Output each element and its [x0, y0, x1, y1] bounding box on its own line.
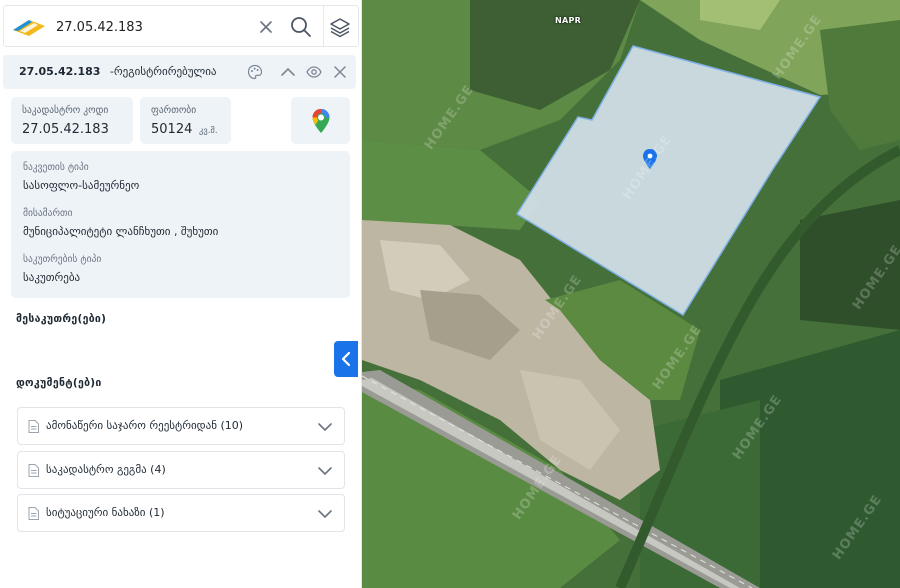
parcel-details-card: ნაკვეთის ტიპი სასოფლო-სამეურნეო მისამართ…	[11, 151, 350, 298]
land-type-label: ნაკვეთის ტიპი	[23, 162, 89, 173]
cadastral-code-label: საკადასტრო კოდი	[22, 105, 109, 116]
area-value: 50124	[151, 122, 193, 137]
layers-icon	[330, 18, 350, 38]
area-unit: კვ.მ.	[199, 126, 218, 136]
chevron-up-icon[interactable]	[280, 64, 296, 80]
layers-button[interactable]	[325, 12, 355, 42]
google-maps-pin-icon	[312, 109, 330, 133]
open-in-google-maps-button[interactable]	[291, 97, 350, 144]
result-title: 27.05.42.183 -რეგისტრირებულია	[19, 65, 216, 78]
cadastral-code-value: 27.05.42.183	[22, 122, 109, 137]
document-item-cadastral-plan[interactable]: საკადასტრო გეგმა (4)	[17, 451, 345, 489]
map-label: NAPR	[555, 16, 582, 25]
result-header: 27.05.42.183 -რეგისტრირებულია	[3, 55, 356, 89]
divider	[323, 6, 324, 46]
address-value: მუნიციპალიტეტი ლანჩხუთი , შუხუთი	[23, 225, 219, 238]
side-panel: 27.05.42.183 -რეგისტრირებულია საკადასტრო…	[0, 0, 362, 588]
cadastral-code-card: საკადასტრო კოდი 27.05.42.183	[11, 97, 133, 144]
ownership-type-value: საკუთრება	[23, 271, 81, 284]
search-button[interactable]	[286, 12, 316, 42]
document-icon	[28, 464, 39, 477]
owners-section-title: მესაკუთრე(ები)	[16, 313, 107, 325]
document-label: საკადასტრო გეგმა (4)	[46, 463, 166, 476]
eye-icon[interactable]	[306, 64, 322, 80]
chevron-left-icon	[341, 351, 351, 367]
search-icon	[291, 17, 311, 37]
clear-search-button[interactable]	[251, 12, 281, 42]
ownership-type-label: საკუთრების ტიპი	[23, 254, 102, 265]
registration-status: -რეგისტრირებულია	[109, 65, 217, 78]
collapse-panel-button[interactable]	[334, 341, 358, 377]
chevron-down-icon	[318, 510, 332, 519]
parcel-code: 27.05.42.183	[19, 65, 101, 78]
close-icon[interactable]	[332, 64, 348, 80]
napr-logo-icon	[13, 20, 45, 36]
address-label: მისამართი	[23, 208, 73, 219]
close-icon	[260, 21, 272, 33]
documents-section-title: დოკუმენტ(ებ)ი	[16, 377, 102, 389]
chevron-down-icon	[318, 423, 332, 432]
document-label: სიტუაციური ნახაზი (1)	[46, 506, 165, 519]
palette-icon[interactable]	[247, 64, 263, 80]
document-icon	[28, 507, 39, 520]
document-item-extract[interactable]: ამონაწერი საჯარო რეესტრიდან (10)	[17, 407, 345, 445]
chevron-down-icon	[318, 467, 332, 476]
search-input[interactable]	[56, 14, 246, 40]
document-item-situation-plan[interactable]: სიტუაციური ნახაზი (1)	[17, 494, 345, 532]
area-label: ფართობი	[151, 105, 197, 116]
land-type-value: სასოფლო-სამეურნეო	[23, 179, 140, 192]
area-card: ფართობი 50124 კვ.მ.	[140, 97, 231, 144]
document-label: ამონაწერი საჯარო რეესტრიდან (10)	[46, 419, 244, 432]
search-bar	[3, 5, 359, 47]
document-icon	[28, 420, 39, 433]
